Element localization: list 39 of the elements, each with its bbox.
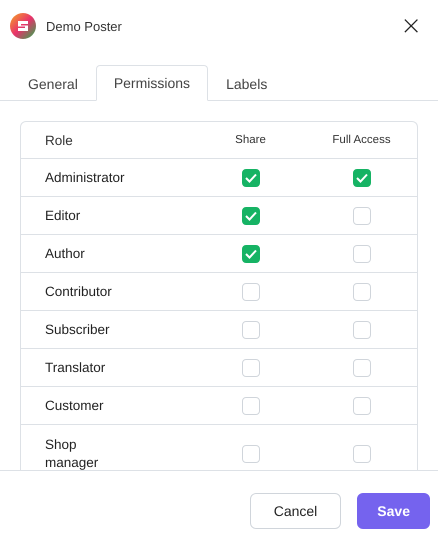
tab[interactable]: Labels [208,65,286,101]
checkbox[interactable] [352,396,370,414]
cancel-button[interactable]: Cancel [250,493,342,529]
role-name: Shop manager [45,436,100,471]
tab[interactable]: Permissions [96,65,208,101]
column-header: Full Access [332,134,391,146]
checkbox[interactable] [352,445,370,463]
checkbox[interactable] [352,168,370,186]
checkbox[interactable] [242,396,260,414]
column-header: Share [235,134,266,146]
checkbox[interactable] [242,206,260,224]
checkbox[interactable] [352,206,370,224]
checkbox[interactable] [352,244,370,262]
role-name: Editor [45,206,82,224]
role-name: Administrator [45,168,126,186]
checkbox[interactable] [352,282,370,300]
checkmark-icon [356,172,368,182]
checkmark-icon [244,210,256,220]
checkbox[interactable] [242,282,260,300]
checkmark-icon [244,248,256,258]
checkbox[interactable] [242,358,260,376]
role-name: Contributor [45,282,113,300]
logo-icon [10,13,36,39]
checkbox[interactable] [242,320,260,338]
role-name: Customer [45,396,105,414]
checkbox[interactable] [352,320,370,338]
checkbox[interactable] [242,168,260,186]
tab[interactable]: General [10,65,96,101]
role-name: Translator [45,358,106,376]
checkbox[interactable] [352,358,370,376]
checkbox[interactable] [242,244,260,262]
save-button[interactable]: Save [357,493,430,529]
role-name: Subscriber [45,320,111,338]
checkmark-icon [244,172,256,182]
close-button[interactable]: × [394,13,428,39]
checkbox[interactable] [242,445,260,463]
column-header: Role [45,132,73,148]
window-title: Demo Poster [46,18,123,34]
role-name: Author [45,244,86,262]
